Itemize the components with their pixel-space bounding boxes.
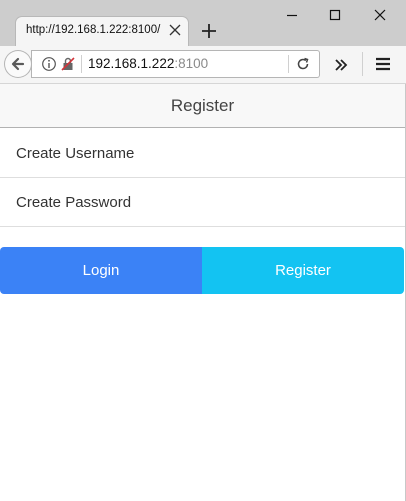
overflow-chevron-icon[interactable] [333,57,349,73]
url-host: 192.168.1.222 [88,56,175,71]
browser-window: http://192.168.1.222:8100/ 192.168.1.222… [0,0,406,501]
active-tab[interactable]: http://192.168.1.222:8100/ [16,17,188,46]
insecure-lock-icon[interactable] [60,56,76,72]
page-header: Register [0,84,405,128]
window-close-icon[interactable] [370,5,390,25]
navigation-bar: 192.168.1.222:8100 [0,46,406,84]
reload-separator [288,55,289,73]
register-button[interactable]: Register [202,247,404,294]
hamburger-menu-icon[interactable] [374,56,392,72]
password-item [0,178,405,227]
close-tab-icon[interactable] [166,21,184,39]
tab-title: http://192.168.1.222:8100/ [26,24,161,36]
tab-strip: http://192.168.1.222:8100/ [0,0,406,46]
address-bar[interactable]: 192.168.1.222:8100 [32,51,319,77]
back-button[interactable] [5,51,31,77]
password-input[interactable] [16,178,386,226]
info-icon[interactable] [41,56,57,72]
maximize-icon[interactable] [325,5,345,25]
login-button[interactable]: Login [0,247,202,294]
url-text[interactable]: 192.168.1.222:8100 [88,56,208,71]
reload-icon[interactable] [295,56,311,72]
username-input[interactable] [16,129,386,177]
username-item [0,129,405,178]
new-tab-icon[interactable] [199,21,219,41]
url-separator [81,55,82,73]
toolbar-separator [362,52,363,76]
url-port: :8100 [174,56,209,71]
back-arrow-icon [11,57,25,71]
page-title: Register [170,96,235,115]
minimize-icon[interactable] [282,5,302,25]
